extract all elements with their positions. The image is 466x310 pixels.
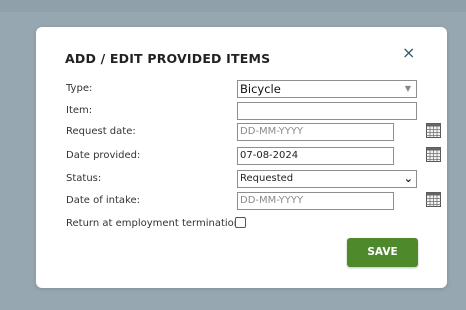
date-of-intake-input[interactable]: DD-MM-YYYY xyxy=(237,192,394,210)
type-select[interactable]: Bicycle ▼ xyxy=(237,80,417,98)
dropdown-arrow-icon: ▼ xyxy=(404,84,411,93)
date-provided-row: Date provided: 07-08-2024 xyxy=(66,147,441,165)
type-row: Type: Bicycle ▼ xyxy=(66,80,426,98)
date-of-intake-label: Date of intake: xyxy=(66,195,141,206)
type-label: Type: xyxy=(66,83,93,94)
request-date-label: Request date: xyxy=(66,126,136,137)
provided-items-dialog: ADD / EDIT PROVIDED ITEMS × Type: Bicycl… xyxy=(36,27,447,288)
return-at-termination-label: Return at employment termination: xyxy=(66,218,244,229)
chevron-down-icon: ⌄ xyxy=(403,172,413,185)
return-at-termination-checkbox[interactable] xyxy=(235,217,246,228)
item-row: Item: xyxy=(66,102,426,120)
type-select-value: Bicycle xyxy=(240,82,281,96)
close-icon[interactable]: × xyxy=(402,45,415,61)
return-at-termination-row: Return at employment termination: xyxy=(66,215,426,233)
background-header-strip xyxy=(0,0,466,12)
status-label: Status: xyxy=(66,173,102,184)
status-select-value: Requested xyxy=(240,173,294,184)
item-label: Item: xyxy=(66,105,93,116)
item-input[interactable] xyxy=(237,102,417,120)
date-of-intake-row: Date of intake: DD-MM-YYYY xyxy=(66,192,441,210)
date-provided-input[interactable]: 07-08-2024 xyxy=(237,147,394,165)
dialog-title: ADD / EDIT PROVIDED ITEMS xyxy=(65,51,271,66)
calendar-icon[interactable] xyxy=(426,192,441,207)
calendar-icon[interactable] xyxy=(426,123,441,138)
status-select[interactable]: Requested ⌄ xyxy=(237,170,417,188)
save-button[interactable]: SAVE xyxy=(347,238,418,267)
status-row: Status: Requested ⌄ xyxy=(66,170,426,188)
request-date-input[interactable]: DD-MM-YYYY xyxy=(237,123,394,141)
date-provided-label: Date provided: xyxy=(66,150,141,161)
request-date-row: Request date: DD-MM-YYYY xyxy=(66,123,441,141)
calendar-icon[interactable] xyxy=(426,147,441,162)
